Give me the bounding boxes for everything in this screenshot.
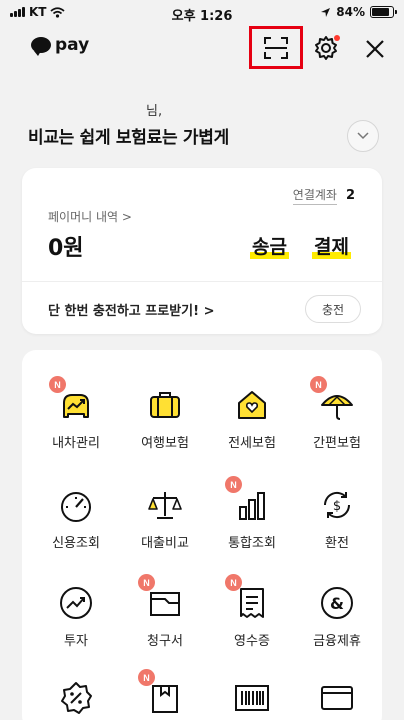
service-item[interactable] [207,678,297,720]
suitcase-icon [145,385,185,425]
chevron-down-icon [357,132,369,140]
service-item[interactable]: 전세보험 [207,385,297,451]
services-grid: N 내차관리 여행보험 전세보험 N 간편보험 신용조회 대출비교 N 통합조회… [22,350,382,720]
speech-bubble-icon [31,37,51,56]
service-label: 환전 [325,536,349,551]
service-item[interactable]: 투자 [31,583,121,649]
close-button[interactable] [360,34,390,64]
card-divider [22,281,382,282]
scan-button[interactable] [249,26,303,69]
linked-accounts-label: 연결계좌 [292,186,337,205]
new-badge: N [225,476,242,493]
scan-icon [264,36,288,59]
new-badge: N [49,376,66,393]
scale-icon [145,485,185,525]
service-item[interactable]: & 금융제휴 [292,583,382,649]
house-heart-icon [232,385,272,425]
service-label: 대출비교 [141,536,189,551]
service-item[interactable]: 여행보험 [120,385,210,451]
battery-icon [370,6,397,18]
close-icon [366,40,384,58]
pay-money-card: 연결계좌 2 페이머니 내역 > 0원 송금 결제 단 한번 충전하고 프로받기… [22,168,382,334]
service-item[interactable]: 대출비교 [120,485,210,551]
coupon-icon [56,678,96,718]
status-bar: KT 오후 1:26 84% [0,0,404,26]
linked-accounts[interactable]: 연결계좌 2 [292,186,355,205]
battery-percent: 84% [336,5,365,19]
status-right: 84% [320,5,397,19]
service-item[interactable]: N 내차관리 [31,376,121,451]
headline-banner[interactable]: 비교는 쉽게 보험료는 가볍게 [28,123,229,148]
user-name-greeting: 님, [146,104,163,119]
service-label: 금융제휴 [313,634,361,649]
service-item[interactable]: N [120,669,210,720]
service-label: 전세보험 [228,436,276,451]
service-item[interactable]: N 통합조회 [207,476,297,551]
service-label: 내차관리 [52,436,100,451]
receipt-icon: N [225,574,272,623]
new-badge: N [310,376,327,393]
service-item[interactable]: N 간편보험 [292,376,382,451]
pay-label: 결제 [314,236,349,258]
svg-text:$: $ [333,499,341,514]
service-label: 통합조회 [228,536,276,551]
new-badge: N [138,669,155,686]
location-arrow-icon [321,7,331,17]
service-item[interactable]: $ 환전 [292,485,382,551]
kakao-pay-logo: pay [31,35,90,56]
bar-chart-icon: N [225,476,272,525]
box-icon: N [138,669,185,718]
service-label: 청구서 [147,634,183,649]
service-label: 여행보험 [141,436,189,451]
exchange-icon: $ [317,485,357,525]
app-header: pay [0,26,404,72]
bill-envelope-icon: N [138,574,185,623]
new-badge: N [225,574,242,591]
settings-button[interactable] [311,33,341,63]
service-item[interactable]: N 영수증 [207,574,297,649]
service-item[interactable] [292,678,382,720]
balance-amount: 0원 [48,236,84,261]
money-history-link[interactable]: 페이머니 내역 > [48,208,132,225]
notification-dot [334,35,340,41]
umbrella-icon: N [310,376,357,425]
expand-button[interactable] [347,120,379,152]
service-label: 영수증 [234,634,270,649]
new-badge: N [138,574,155,591]
invest-icon [56,583,96,623]
pay-button[interactable]: 결제 [312,232,351,259]
service-item[interactable] [31,678,121,720]
charge-button[interactable]: 충전 [305,295,361,323]
service-label: 간편보험 [313,436,361,451]
service-label: 신용조회 [52,536,100,551]
svg-text:&: & [330,594,344,613]
gauge-icon [56,485,96,525]
linked-accounts-count: 2 [345,188,355,203]
send-label: 송금 [252,236,287,258]
charge-promo-link[interactable]: 단 한번 충전하고 프로받기! > [48,300,215,319]
service-label: 투자 [64,634,88,649]
service-item[interactable]: N 청구서 [120,574,210,649]
logo-text: pay [55,35,90,55]
car-manage-icon: N [49,376,96,425]
send-button[interactable]: 송금 [250,232,289,259]
card-icon [317,678,357,718]
service-item[interactable]: 신용조회 [31,485,121,551]
ampersand-icon: & [317,583,357,623]
barcode-icon [232,678,272,718]
